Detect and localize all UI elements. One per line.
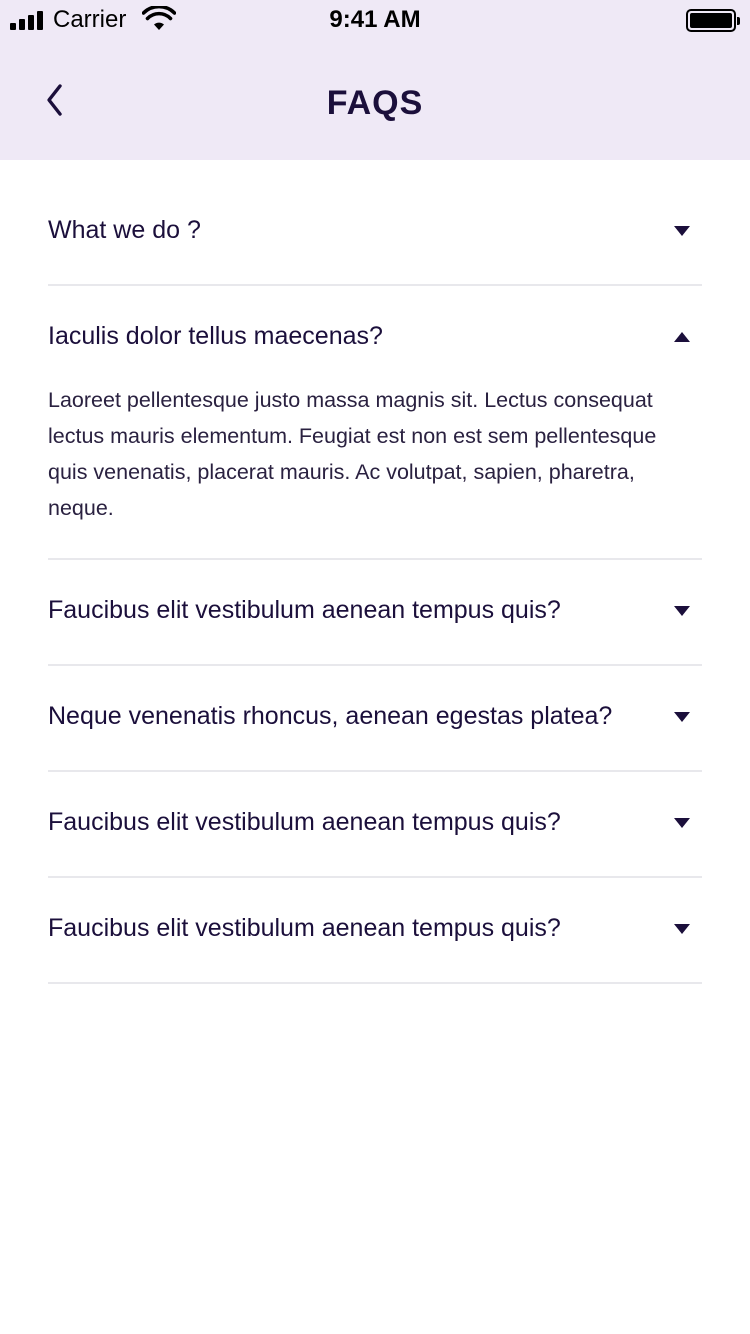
faq-item: What we do ? — [48, 180, 702, 286]
page-title: FAQS — [326, 84, 424, 122]
faq-answer: Laoreet pellentesque justo massa magnis … — [48, 388, 657, 520]
faq-item: Faucibus elit vestibulum aenean tempus q… — [48, 878, 702, 984]
faq-item: Faucibus elit vestibulum aenean tempus q… — [48, 560, 702, 666]
status-time: 9:41 AM — [329, 6, 421, 33]
top-bar: Carrier 9:41 AM FAQS — [0, 0, 750, 160]
faq-question: Neque venenatis rhoncus, aenean egestas … — [48, 702, 613, 730]
caret-down-icon — [674, 606, 690, 616]
faq-toggle[interactable]: What we do ? — [48, 180, 702, 284]
caret-down-icon — [674, 818, 690, 828]
caret-down-icon — [674, 226, 690, 236]
caret-down-icon — [674, 924, 690, 934]
faq-question: Faucibus elit vestibulum aenean tempus q… — [48, 808, 561, 836]
faq-toggle[interactable]: Faucibus elit vestibulum aenean tempus q… — [48, 878, 702, 982]
faq-item: Faucibus elit vestibulum aenean tempus q… — [48, 772, 702, 878]
faq-toggle[interactable]: Neque venenatis rhoncus, aenean egestas … — [48, 666, 702, 770]
caret-down-icon — [674, 712, 690, 722]
faq-item: Neque venenatis rhoncus, aenean egestas … — [48, 666, 702, 772]
caret-up-icon — [674, 332, 690, 342]
faq-question: What we do ? — [48, 216, 201, 244]
faq-list: What we do ? Iaculis dolor tellus maecen… — [48, 180, 702, 984]
faq-question: Faucibus elit vestibulum aenean tempus q… — [48, 914, 561, 942]
battery-icon — [686, 9, 740, 32]
faq-toggle[interactable]: Faucibus elit vestibulum aenean tempus q… — [48, 560, 702, 664]
status-bar: Carrier 9:41 AM — [0, 0, 750, 40]
faq-item: Iaculis dolor tellus maecenas? Laoreet p… — [48, 286, 702, 560]
faq-question: Faucibus elit vestibulum aenean tempus q… — [48, 596, 561, 624]
faq-toggle[interactable]: Iaculis dolor tellus maecenas? — [48, 286, 702, 390]
faq-question: Iaculis dolor tellus maecenas? — [48, 322, 383, 350]
faq-toggle[interactable]: Faucibus elit vestibulum aenean tempus q… — [48, 772, 702, 876]
